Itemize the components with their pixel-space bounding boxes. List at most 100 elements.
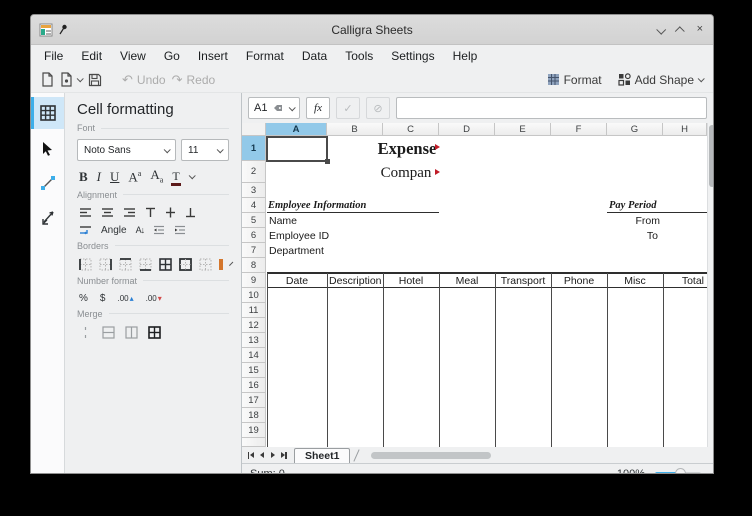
connector-tool-button[interactable] xyxy=(31,167,64,199)
vertical-scrollbar-thumb[interactable] xyxy=(709,125,714,187)
row-header-11[interactable]: 11 xyxy=(242,303,266,318)
menu-insert[interactable]: Insert xyxy=(189,49,237,63)
indent-decrease-button[interactable] xyxy=(153,225,165,235)
row-header-10[interactable]: 10 xyxy=(242,288,266,303)
maximize-button[interactable] xyxy=(677,21,684,39)
border-left-button[interactable] xyxy=(79,258,92,271)
merge-vertical-button[interactable] xyxy=(125,326,138,339)
save-button[interactable] xyxy=(88,73,102,87)
align-middle-button[interactable] xyxy=(165,207,176,218)
last-sheet-button[interactable] xyxy=(278,449,289,461)
font-family-select[interactable]: Noto Sans xyxy=(77,139,176,161)
percent-format-button[interactable]: % xyxy=(79,293,88,304)
menu-format[interactable]: Format xyxy=(237,49,293,63)
angle-button[interactable]: Angle xyxy=(101,225,127,236)
row-header-15[interactable]: 15 xyxy=(242,363,266,378)
table-header-transport[interactable]: Transport xyxy=(495,273,551,288)
align-center-button[interactable] xyxy=(101,207,114,218)
table-header-total[interactable]: Total xyxy=(663,273,704,288)
format-button[interactable]: Format xyxy=(547,73,602,87)
superscript-button[interactable]: Aa xyxy=(128,170,141,183)
merge-horizontal-button[interactable] xyxy=(102,326,115,339)
path-tool-button[interactable] xyxy=(31,202,64,234)
next-sheet-button[interactable] xyxy=(267,449,278,461)
select-all-corner[interactable] xyxy=(242,123,266,136)
cell-tool-button[interactable] xyxy=(31,97,64,129)
border-color-chevron[interactable] xyxy=(229,261,233,265)
cell-employee-information[interactable]: Employee Information xyxy=(268,200,366,211)
row-header-20[interactable] xyxy=(242,438,266,447)
row-header-7[interactable]: 7 xyxy=(242,243,266,258)
row-header-18[interactable]: 18 xyxy=(242,408,266,423)
border-bottom-button[interactable] xyxy=(139,258,152,271)
indent-increase-button[interactable] xyxy=(174,225,186,235)
open-dropdown-chevron[interactable] xyxy=(77,75,84,82)
table-header-description[interactable]: Description xyxy=(329,273,383,288)
row-header-3[interactable]: 3 xyxy=(242,183,266,198)
horizontal-scrollbar-thumb[interactable] xyxy=(371,452,491,459)
redo-button[interactable]: ↷ Redo xyxy=(172,73,216,87)
row-header-6[interactable]: 6 xyxy=(242,228,266,243)
first-sheet-button[interactable] xyxy=(245,449,256,461)
column-header-g[interactable]: G xyxy=(607,123,663,136)
selection-tool-button[interactable] xyxy=(31,132,64,164)
cell-department-label[interactable]: Department xyxy=(269,245,324,257)
cell-employee-id-label[interactable]: Employee ID xyxy=(269,230,329,242)
table-header-misc[interactable]: Misc xyxy=(607,273,663,288)
align-top-button[interactable] xyxy=(145,207,156,218)
column-header-b[interactable]: B xyxy=(327,123,383,136)
row-header-4[interactable]: 4 xyxy=(242,198,266,213)
row-header-9[interactable]: 9 xyxy=(242,273,266,288)
vertical-scrollbar[interactable] xyxy=(707,123,714,447)
cell-from-label[interactable]: From xyxy=(607,215,660,227)
underline-button[interactable]: U xyxy=(110,170,119,183)
cancel-formula-button[interactable]: ⊘ xyxy=(366,97,390,119)
open-document-button[interactable] xyxy=(60,72,82,87)
row-header-5[interactable]: 5 xyxy=(242,213,266,228)
align-right-button[interactable] xyxy=(123,207,136,218)
table-header-meal[interactable]: Meal xyxy=(439,273,495,288)
menu-tools[interactable]: Tools xyxy=(336,49,382,63)
cell-reference-box[interactable]: A1 xyxy=(248,97,300,119)
table-header-date[interactable]: Date xyxy=(267,273,327,288)
row-header-1[interactable]: 1 xyxy=(242,136,266,161)
column-header-h[interactable]: H xyxy=(663,123,707,136)
cell-name-label[interactable]: Name xyxy=(269,215,297,227)
close-button[interactable]: × xyxy=(697,24,703,35)
row-header-17[interactable]: 17 xyxy=(242,393,266,408)
menu-edit[interactable]: Edit xyxy=(72,49,111,63)
minimize-button[interactable] xyxy=(657,21,664,39)
precision-decrease-button[interactable]: .00▾ xyxy=(146,294,162,303)
text-color-button[interactable]: T xyxy=(172,169,179,184)
formula-input[interactable] xyxy=(396,97,707,119)
cell-ref-chevron[interactable] xyxy=(289,104,296,111)
bold-button[interactable]: B xyxy=(79,170,88,183)
border-color-swatch[interactable] xyxy=(219,259,223,270)
row-header-13[interactable]: 13 xyxy=(242,333,266,348)
unmerge-cells-button[interactable] xyxy=(148,326,161,339)
align-left-button[interactable] xyxy=(79,207,92,218)
cell-company-subtitle[interactable]: Compan xyxy=(327,165,485,182)
selected-cell-a1[interactable] xyxy=(266,136,328,162)
new-document-button[interactable] xyxy=(41,72,54,87)
text-color-chevron[interactable] xyxy=(188,172,195,179)
font-size-select[interactable]: 11 xyxy=(181,139,229,161)
wrap-text-button[interactable] xyxy=(79,225,92,236)
add-shape-button[interactable]: Add Shape xyxy=(618,73,703,87)
apply-formula-button[interactable]: ✓ xyxy=(336,97,360,119)
zoom-slider-knob[interactable] xyxy=(675,468,686,474)
column-header-c[interactable]: C xyxy=(383,123,439,136)
sheet-tab-sheet1[interactable]: Sheet1 xyxy=(294,448,350,463)
row-header-12[interactable]: 12 xyxy=(242,318,266,333)
subscript-button[interactable]: Aa xyxy=(150,168,163,185)
cell-expense-title[interactable]: Expense xyxy=(327,139,487,159)
menu-go[interactable]: Go xyxy=(155,49,189,63)
row-header-14[interactable]: 14 xyxy=(242,348,266,363)
add-shape-chevron[interactable] xyxy=(698,75,705,82)
column-header-a[interactable]: A xyxy=(266,123,327,136)
undo-button[interactable]: ↶ Undo xyxy=(122,73,166,87)
border-all-button[interactable] xyxy=(159,258,172,271)
menu-view[interactable]: View xyxy=(111,49,155,63)
border-right-button[interactable] xyxy=(99,258,112,271)
currency-format-button[interactable]: $ xyxy=(100,293,106,304)
